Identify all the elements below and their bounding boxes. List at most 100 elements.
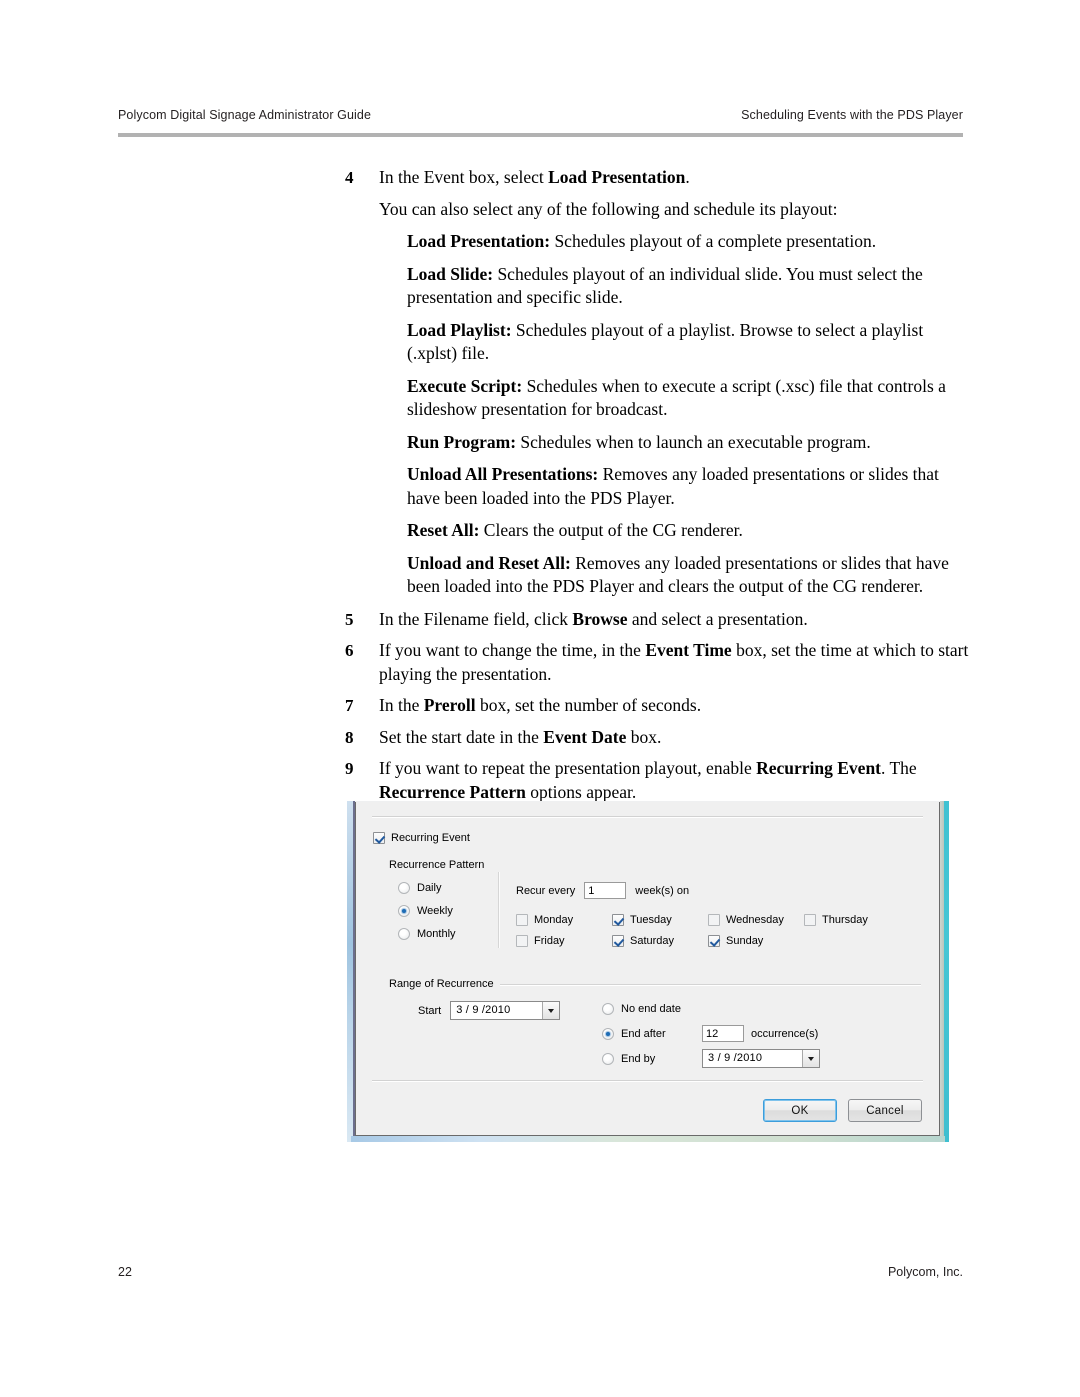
checkbox-saturday-cell[interactable]: Saturday bbox=[612, 935, 708, 947]
radio-monthly[interactable] bbox=[398, 927, 410, 940]
definition-description: Clears the output of the CG renderer. bbox=[479, 520, 743, 540]
checkbox-thursday-cell[interactable]: Thursday bbox=[804, 914, 900, 926]
step-9-bold1: Recurring Event bbox=[756, 758, 882, 778]
definition-term: Load Slide: bbox=[407, 263, 494, 284]
recur-every-suffix-label: week(s) on bbox=[635, 884, 690, 897]
checkbox-wednesday-cell[interactable]: Wednesday bbox=[708, 914, 804, 926]
dialog-client-area: Recurring Event Recurrence Pattern Daily… bbox=[355, 802, 940, 1136]
no-end-date-row[interactable]: No end date bbox=[602, 998, 820, 1019]
cancel-button[interactable]: Cancel bbox=[848, 1099, 922, 1122]
recurrence-pattern-group-label: Recurrence Pattern bbox=[389, 859, 485, 871]
step-8-part2: box. bbox=[626, 726, 662, 747]
radio-daily[interactable] bbox=[398, 881, 410, 894]
radio-no-end-date[interactable] bbox=[602, 1002, 614, 1015]
step-9-part2: . The bbox=[881, 758, 917, 778]
definition-load-playlist: Load Playlist: Schedules playout of a pl… bbox=[407, 319, 972, 366]
start-date-value: 3 / 9 /2010 bbox=[456, 1004, 511, 1016]
header-section-title: Scheduling Events with the PDS Player bbox=[741, 108, 963, 122]
range-of-recurrence-rule bbox=[476, 984, 921, 986]
radio-weekly-label: Weekly bbox=[417, 904, 453, 917]
step-7: 7 In the Preroll box, set the number of … bbox=[345, 694, 970, 718]
definition-term: Unload and Reset All: bbox=[407, 552, 571, 573]
checkbox-monday-cell[interactable]: Monday bbox=[516, 914, 612, 926]
end-after-occurrences-input[interactable]: 12 bbox=[702, 1025, 744, 1042]
definition-reset-all: Reset All: Clears the output of the CG r… bbox=[407, 519, 972, 543]
checkbox-sunday-cell[interactable]: Sunday bbox=[708, 935, 804, 947]
step-4: 4 In the Event box, select Load Presenta… bbox=[345, 166, 970, 190]
radio-end-by[interactable] bbox=[602, 1052, 614, 1065]
definition-run-program: Run Program: Schedules when to launch an… bbox=[407, 431, 972, 455]
checkbox-friday-label: Friday bbox=[534, 935, 565, 947]
radio-monthly-row[interactable]: Monthly bbox=[398, 926, 456, 941]
step-5: 5 In the Filename field, click Browse an… bbox=[345, 608, 970, 632]
ok-button[interactable]: OK bbox=[763, 1099, 837, 1122]
button-bar-separator bbox=[372, 1080, 923, 1082]
end-by-date-combobox[interactable]: 3 / 9 /2010 bbox=[702, 1049, 820, 1068]
end-condition-group: No end date End after 12 occurrence(s) E… bbox=[602, 998, 820, 1073]
chevron-down-icon[interactable] bbox=[802, 1050, 819, 1067]
checkbox-friday[interactable] bbox=[516, 935, 528, 947]
step-4-number: 4 bbox=[345, 168, 354, 187]
definition-term: Execute Script: bbox=[407, 375, 523, 396]
step-6-part1: If you want to change the time, in the bbox=[379, 640, 646, 660]
step-9-part1: If you want to repeat the presentation p… bbox=[379, 758, 757, 778]
header-guide-title: Polycom Digital Signage Administrator Gu… bbox=[118, 108, 372, 122]
checkbox-wednesday[interactable] bbox=[708, 914, 720, 926]
step-7-part1: In the bbox=[379, 695, 424, 715]
checkbox-tuesday-cell[interactable]: Tuesday bbox=[612, 914, 708, 926]
step-9-text: If you want to repeat the presentation p… bbox=[379, 757, 970, 804]
page-header: Polycom Digital Signage Administrator Gu… bbox=[118, 108, 963, 122]
checkbox-monday[interactable] bbox=[516, 914, 528, 926]
end-after-row[interactable]: End after 12 occurrence(s) bbox=[602, 1023, 820, 1044]
checkbox-sunday[interactable] bbox=[708, 935, 720, 947]
radio-weekly[interactable] bbox=[398, 904, 410, 917]
checkbox-thursday-label: Thursday bbox=[822, 914, 868, 926]
definition-term: Unload All Presentations: bbox=[407, 464, 599, 484]
step-4-bold: Load Presentation bbox=[548, 167, 686, 187]
recurrence-pattern-vertical-divider bbox=[498, 872, 500, 948]
recur-every-label: Recur every bbox=[516, 884, 576, 897]
page-footer: 22 Polycom, Inc. bbox=[118, 1265, 963, 1279]
dialog-window-frame: Recurring Event Recurrence Pattern Daily… bbox=[347, 801, 949, 1142]
step-7-number: 7 bbox=[345, 696, 354, 715]
window-edge-bottom bbox=[351, 1136, 945, 1142]
start-date-combobox[interactable]: 3 / 9 /2010 bbox=[450, 1001, 561, 1020]
recurrence-dialog-screenshot: Recurring Event Recurrence Pattern Daily… bbox=[347, 801, 949, 1142]
step-8-text: Set the start date in the Event Date box… bbox=[379, 726, 970, 750]
end-by-row[interactable]: End by 3 / 9 /2010 bbox=[602, 1048, 820, 1069]
recurring-event-checkbox-row[interactable]: Recurring Event bbox=[373, 832, 470, 844]
radio-daily-row[interactable]: Daily bbox=[398, 880, 456, 895]
chevron-down-icon[interactable] bbox=[542, 1002, 560, 1019]
dialog-button-bar: OK Cancel bbox=[763, 1099, 922, 1122]
step-6-text: If you want to change the time, in the E… bbox=[379, 639, 970, 686]
recurring-event-checkbox[interactable] bbox=[373, 832, 385, 844]
recur-every-input[interactable]: 1 bbox=[584, 882, 627, 899]
checkbox-tuesday-label: Tuesday bbox=[630, 914, 672, 926]
step-9: 9 If you want to repeat the presentation… bbox=[345, 757, 970, 804]
radio-end-after[interactable] bbox=[602, 1027, 614, 1040]
step-4-text: In the Event box, select Load Presentati… bbox=[379, 166, 970, 190]
checkbox-friday-cell[interactable]: Friday bbox=[516, 935, 612, 947]
clipped-top-row bbox=[357, 802, 938, 814]
definition-term: Reset All: bbox=[407, 520, 480, 540]
radio-weekly-row[interactable]: Weekly bbox=[398, 903, 456, 918]
weekday-checkbox-grid: Monday Tuesday Wednesday Thursday Friday… bbox=[516, 914, 916, 956]
step-4-text-after: . bbox=[685, 167, 690, 187]
definition-description: Schedules playout of a complete presenta… bbox=[550, 231, 877, 251]
checkbox-saturday[interactable] bbox=[612, 935, 624, 947]
step-7-part2: box, set the number of seconds. bbox=[475, 695, 702, 715]
step-5-part1: In the Filename field, click bbox=[379, 608, 573, 629]
end-by-date-value: 3 / 9 /2010 bbox=[708, 1052, 763, 1064]
checkbox-thursday[interactable] bbox=[804, 914, 816, 926]
radio-daily-label: Daily bbox=[417, 881, 442, 894]
definition-term: Run Program: bbox=[407, 431, 517, 452]
step-5-part2: and select a presentation. bbox=[627, 608, 808, 629]
occurrences-label: occurrence(s) bbox=[751, 1027, 819, 1040]
start-date-label: Start bbox=[418, 1004, 442, 1017]
step-6: 6 If you want to change the time, in the… bbox=[345, 639, 970, 686]
step-7-text: In the Preroll box, set the number of se… bbox=[379, 694, 970, 718]
definition-term: Load Presentation: bbox=[407, 231, 551, 251]
step-8-bold: Event Date bbox=[543, 726, 627, 747]
checkbox-tuesday[interactable] bbox=[612, 914, 624, 926]
radio-monthly-label: Monthly bbox=[417, 927, 456, 940]
